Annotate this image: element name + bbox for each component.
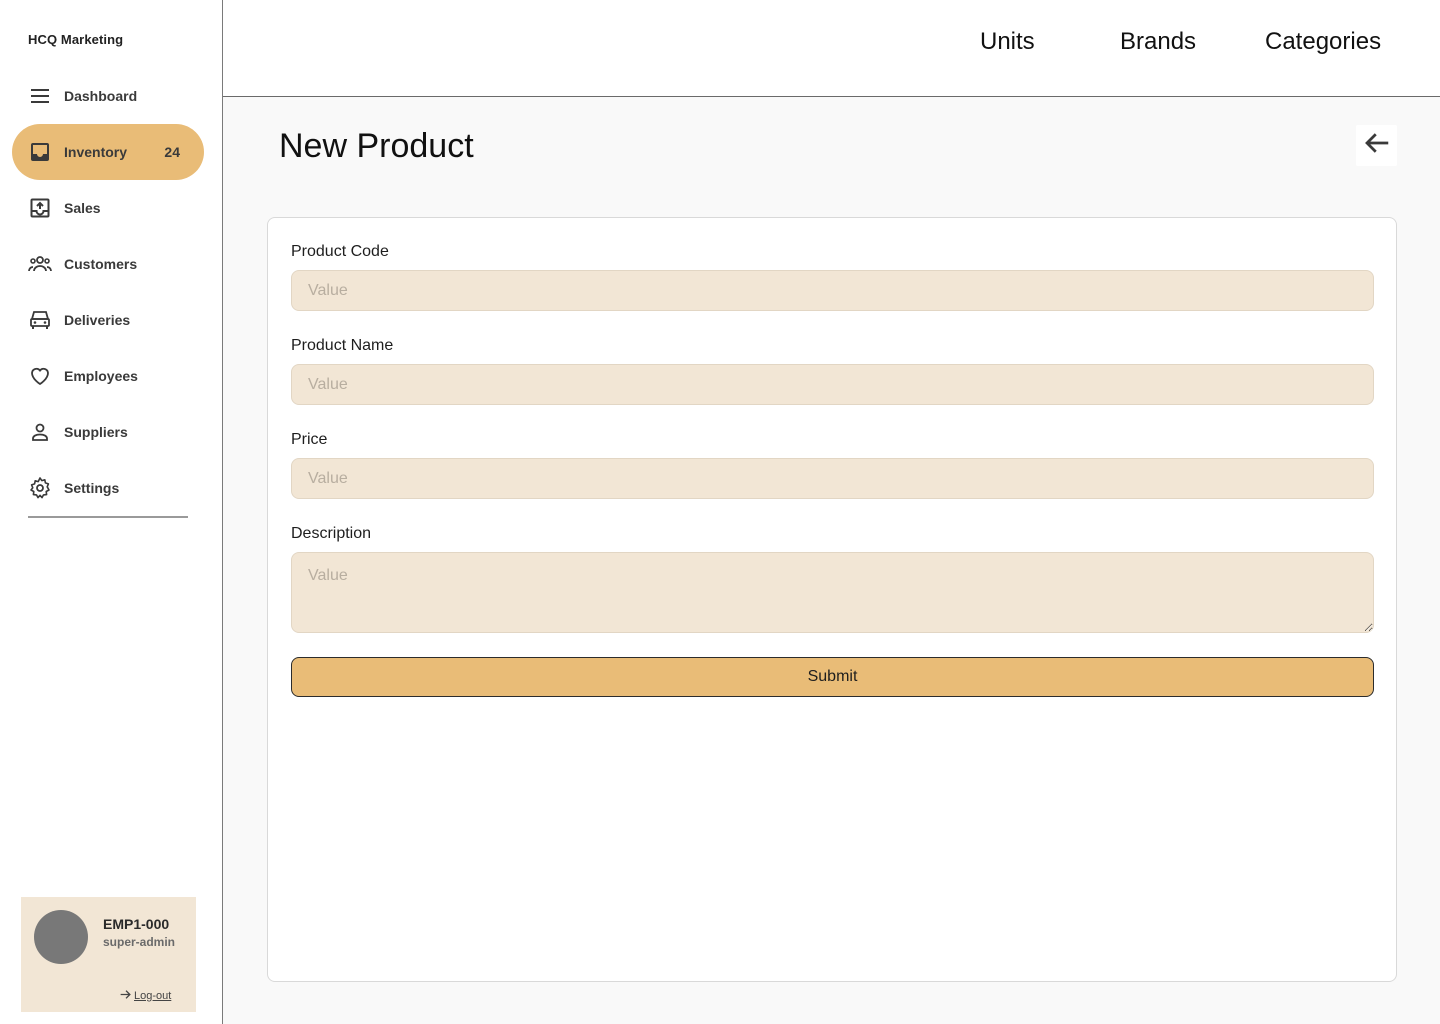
sidebar-item-deliveries[interactable]: Deliveries <box>12 292 204 348</box>
sidebar-item-suppliers[interactable]: Suppliers <box>12 404 204 460</box>
sidebar-item-customers[interactable]: Customers <box>12 236 204 292</box>
sidebar-item-dashboard[interactable]: Dashboard <box>12 68 204 124</box>
arrow-right-icon <box>119 988 132 1004</box>
logout-link[interactable]: Log-out <box>119 988 171 1004</box>
sidebar-item-label: Deliveries <box>64 312 131 328</box>
car-icon <box>28 308 52 332</box>
sidebar-item-label: Customers <box>64 256 138 272</box>
heart-icon <box>28 364 52 388</box>
sidebar-item-settings[interactable]: Settings <box>12 460 204 516</box>
sidebar-divider <box>28 516 188 518</box>
sidebar-item-label: Employees <box>64 368 138 384</box>
nav-link-units[interactable]: Units <box>980 28 1035 56</box>
inbox-icon <box>28 140 52 164</box>
logout-label: Log-out <box>134 990 172 1002</box>
sidebar-item-sales[interactable]: Sales <box>12 180 204 236</box>
sidebar-item-employees[interactable]: Employees <box>12 348 204 404</box>
price-label: Price <box>291 431 328 448</box>
top-bar: Units Brands Categories <box>223 0 1440 97</box>
arrow-left-icon <box>1362 128 1392 163</box>
user-id: EMP1-000 <box>103 916 170 932</box>
back-button[interactable] <box>1356 125 1397 166</box>
sidebar-item-inventory[interactable]: Inventory 24 <box>12 124 204 180</box>
product-name-label: Product Name <box>291 337 394 354</box>
price-input[interactable] <box>291 458 1374 499</box>
page-title: New Product <box>279 127 474 165</box>
nav-link-categories[interactable]: Categories <box>1265 28 1381 56</box>
inventory-count-badge: 24 <box>164 144 180 160</box>
gear-icon <box>28 476 52 500</box>
product-code-input[interactable] <box>291 270 1374 311</box>
description-textarea[interactable] <box>291 552 1374 633</box>
sidebar: HCQ Marketing Dashboard Inventory 24 Sal… <box>0 0 223 1024</box>
menu-icon <box>28 84 52 108</box>
upload-box-icon <box>28 196 52 220</box>
main-content: New Product Product Code Product Name Pr… <box>223 97 1440 1024</box>
submit-button[interactable]: Submit <box>291 657 1374 697</box>
user-role: super-admin <box>103 935 176 949</box>
sidebar-item-label: Suppliers <box>64 424 128 440</box>
group-icon <box>28 252 52 276</box>
nav-link-brands[interactable]: Brands <box>1120 28 1196 56</box>
user-card: EMP1-000 super-admin Log-out <box>21 897 196 1012</box>
description-label: Description <box>291 525 372 542</box>
product-name-input[interactable] <box>291 364 1374 405</box>
sidebar-nav: Dashboard Inventory 24 Sales Customers D… <box>12 68 204 516</box>
product-code-label: Product Code <box>291 243 389 260</box>
new-product-form: Product Code Product Name Price Descript… <box>267 217 1397 982</box>
sidebar-item-label: Sales <box>64 200 101 216</box>
person-icon <box>28 420 52 444</box>
sidebar-item-label: Settings <box>64 480 120 496</box>
brand-name: HCQ Marketing <box>28 32 124 47</box>
avatar <box>34 910 88 964</box>
sidebar-item-label: Dashboard <box>64 88 138 104</box>
sidebar-item-label: Inventory <box>64 144 128 160</box>
